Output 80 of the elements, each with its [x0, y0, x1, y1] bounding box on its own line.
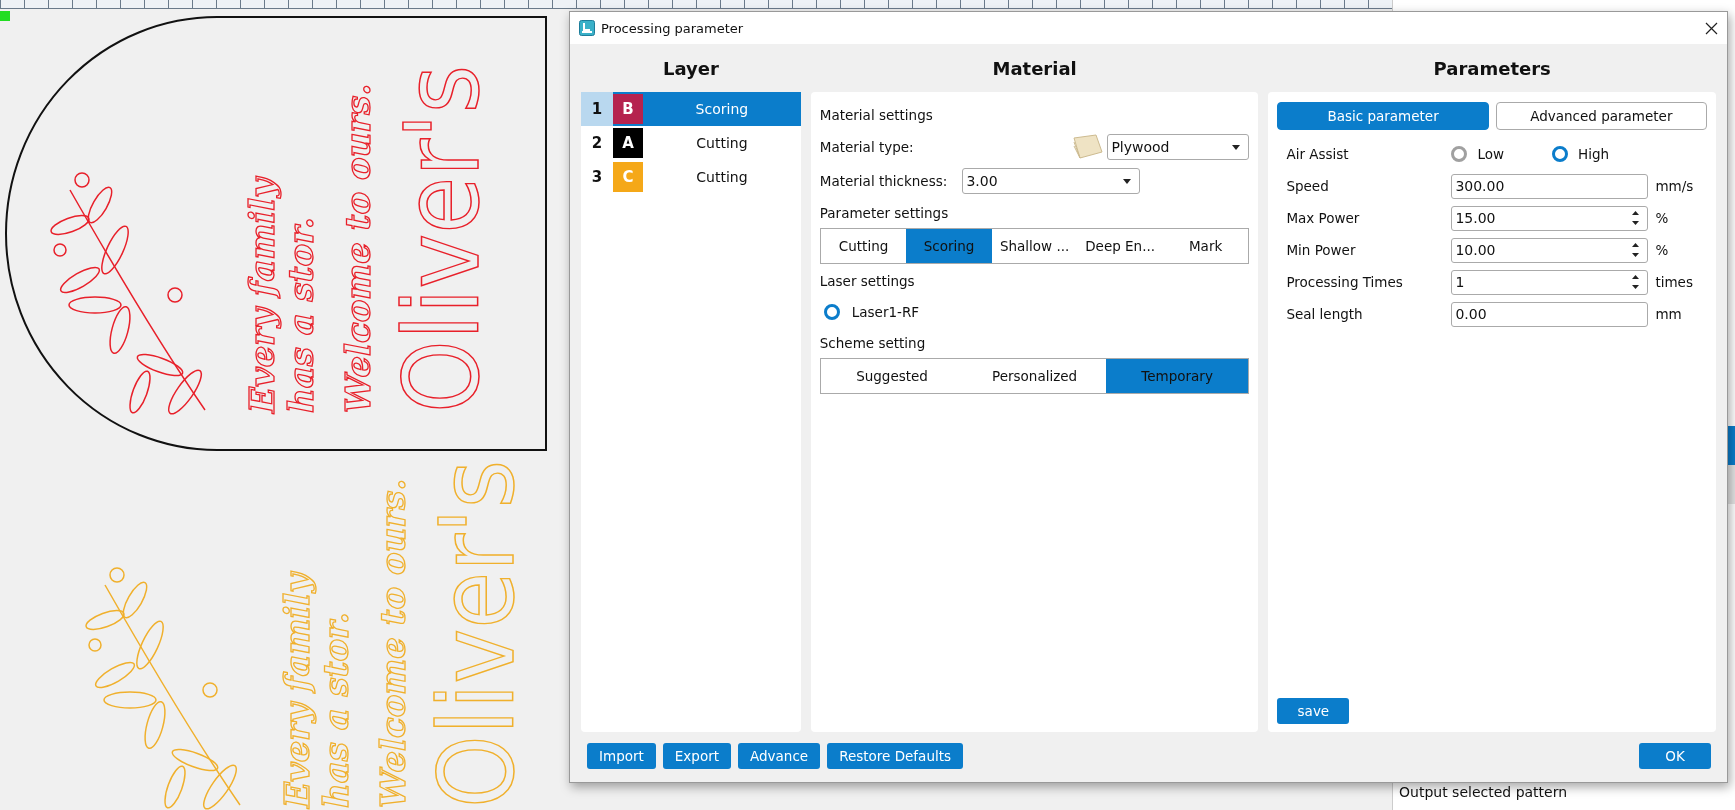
spin-field[interactable]: 1 — [1451, 269, 1649, 295]
footer-button[interactable]: Advance — [738, 743, 821, 769]
save-button[interactable]: save — [1277, 698, 1350, 724]
segment-option[interactable]: Mark — [1162, 229, 1249, 263]
caret-icon — [1232, 144, 1241, 150]
segment-option[interactable]: Personalized — [963, 359, 1106, 393]
name-text: Oliver's — [416, 417, 538, 808]
segment-option[interactable]: Shallow ... — [991, 229, 1078, 263]
layer-swatch: C — [613, 162, 643, 192]
segment-option[interactable]: Suggested — [820, 359, 964, 393]
layer-row[interactable]: 2 A Cutting — [581, 126, 801, 160]
script-text: Every family — [277, 572, 317, 808]
unit-label: % — [1655, 242, 1669, 258]
input-field[interactable]: 300.00 — [1451, 173, 1649, 199]
section-title: Scheme setting — [819, 334, 927, 353]
thickness-select[interactable]: 3.00 — [962, 168, 1141, 194]
field-label: Processing Times — [1286, 274, 1404, 290]
layer-row[interactable]: 3 C Cutting — [581, 160, 801, 194]
layer-number: 3 — [590, 167, 604, 188]
input-field[interactable]: 0.00 — [1451, 301, 1649, 327]
layer-mode: Scoring — [694, 100, 750, 119]
script-text: Welcome to ours. — [338, 83, 378, 413]
layer-row[interactable]: 1 B Scoring — [581, 92, 801, 126]
section-title: Parameter settings — [819, 204, 950, 223]
unit-label: mm — [1655, 306, 1682, 322]
app-icon — [579, 20, 595, 36]
script-text: Every family — [242, 177, 282, 413]
field-label: Seal length — [1286, 306, 1364, 322]
script-text: has a stor. — [316, 612, 356, 808]
segment-option[interactable]: Deep En... — [1077, 229, 1163, 263]
section-title: Material settings — [819, 106, 934, 125]
caret-icon — [1123, 178, 1132, 184]
section-title: Laser settings — [819, 272, 916, 291]
footer-button[interactable]: Restore Defaults — [827, 743, 964, 769]
unit-label: times — [1655, 274, 1693, 290]
material-type-select[interactable]: Plywood — [1107, 134, 1250, 160]
layer-swatch: A — [613, 128, 643, 158]
tab[interactable]: Advanced parameter — [1495, 102, 1707, 130]
plywood-icon — [1072, 134, 1105, 160]
script-text: has a stor. — [281, 217, 321, 413]
segment-option[interactable]: Scoring — [906, 229, 992, 263]
field-label: Min Power — [1286, 242, 1357, 258]
window-title: Processing parameter — [601, 20, 744, 36]
segment-option[interactable]: Temporary — [1105, 359, 1249, 393]
radio-label[interactable]: High — [1578, 146, 1609, 162]
column-heading: Parameters — [1432, 56, 1552, 81]
marker-square — [0, 11, 10, 21]
spin-field[interactable]: 15.00 — [1451, 205, 1649, 231]
field-label: Air Assist — [1286, 146, 1350, 162]
layer-number: 2 — [590, 133, 604, 154]
field-label: Material type: — [819, 139, 914, 155]
field-label: Material thickness: — [819, 173, 948, 189]
spinner-icon[interactable] — [1632, 242, 1640, 258]
layer-number: 1 — [581, 92, 613, 126]
close-icon[interactable] — [1705, 21, 1718, 35]
unit-label: % — [1655, 210, 1669, 226]
unit-label: mm/s — [1655, 178, 1694, 194]
field-label: Speed — [1286, 178, 1330, 194]
segment-option[interactable]: Cutting — [820, 229, 907, 263]
layer-mode: Cutting — [695, 168, 749, 187]
footer-button[interactable]: Export — [662, 743, 731, 769]
footer-button[interactable]: Import — [587, 743, 656, 769]
radio-label[interactable]: Low — [1477, 146, 1504, 162]
ok-button[interactable]: OK — [1639, 743, 1711, 769]
name-text: Oliver's — [381, 22, 503, 413]
field-label: Max Power — [1286, 210, 1361, 226]
panel-caption: Output selected pattern — [1399, 784, 1568, 800]
radio-button[interactable] — [823, 304, 840, 320]
script-text: Welcome to ours. — [373, 478, 413, 808]
radio-label[interactable]: Laser1-RF — [851, 304, 920, 320]
tab[interactable]: Basic parameter — [1277, 102, 1489, 130]
radio-button[interactable] — [1451, 146, 1468, 162]
column-heading: Layer — [661, 56, 720, 81]
radio-button[interactable] — [1552, 146, 1568, 162]
spinner-icon[interactable] — [1632, 210, 1640, 226]
spinner-icon[interactable] — [1632, 274, 1640, 290]
spin-field[interactable]: 10.00 — [1451, 237, 1649, 263]
layer-mode: Cutting — [695, 134, 749, 153]
layer-swatch: B — [613, 94, 643, 124]
column-heading: Material — [991, 56, 1078, 81]
